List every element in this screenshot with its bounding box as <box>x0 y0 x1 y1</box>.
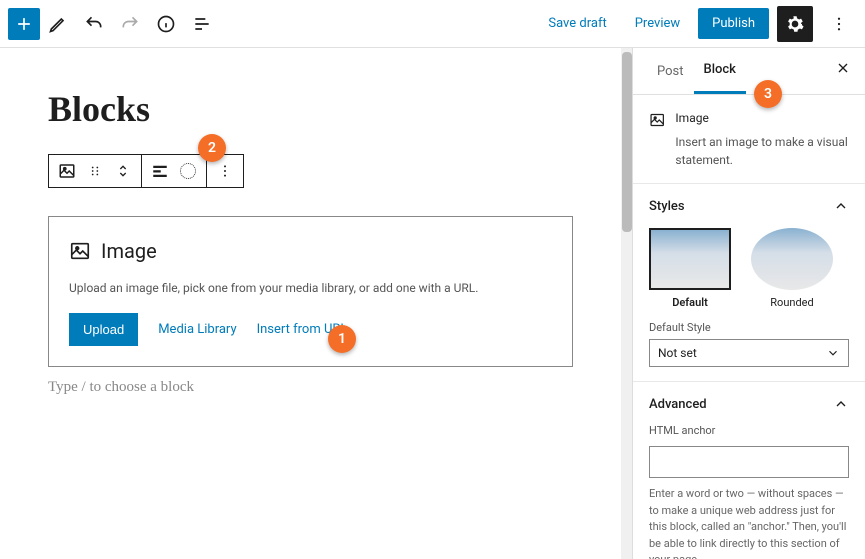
gear-icon <box>785 14 805 34</box>
image-block-placeholder: Image Upload an image file, pick one fro… <box>48 216 573 367</box>
preview-button[interactable]: Preview <box>625 8 690 39</box>
edit-mode-button[interactable] <box>40 6 76 42</box>
image-icon <box>58 162 76 180</box>
style-option-default[interactable]: Default <box>649 228 731 309</box>
align-icon <box>151 162 169 180</box>
styles-heading: Styles <box>649 199 685 214</box>
chevron-up-icon <box>833 396 849 412</box>
style-thumb-default <box>649 228 731 290</box>
list-icon <box>192 14 212 34</box>
crop-button[interactable] <box>178 161 198 181</box>
add-block-button[interactable] <box>8 8 40 40</box>
align-button[interactable] <box>150 161 170 181</box>
html-anchor-input[interactable] <box>649 446 849 478</box>
plus-icon <box>14 14 34 34</box>
style-label: Default <box>672 296 708 309</box>
html-anchor-label: HTML anchor <box>649 424 849 437</box>
editor-canvas: Blocks <box>0 48 621 559</box>
block-appender-prompt[interactable]: Type / to choose a block <box>48 379 573 396</box>
style-label: Rounded <box>770 296 813 309</box>
annotation-badge-3: 3 <box>754 80 782 108</box>
top-toolbar: Save draft Preview Publish <box>0 0 865 48</box>
save-draft-button[interactable]: Save draft <box>538 8 616 39</box>
block-name: Image <box>675 109 849 127</box>
page-title[interactable]: Blocks <box>48 88 573 130</box>
block-description: Insert an image to make a visual stateme… <box>675 135 847 167</box>
redo-button[interactable] <box>112 6 148 42</box>
move-buttons[interactable] <box>113 161 133 181</box>
advanced-panel-toggle[interactable]: Advanced <box>649 396 849 412</box>
info-button[interactable] <box>148 6 184 42</box>
block-more-button[interactable] <box>215 161 235 181</box>
default-style-select[interactable]: Not set <box>649 339 849 367</box>
image-icon <box>649 109 665 131</box>
default-style-label: Default Style <box>649 321 849 334</box>
redo-icon <box>120 14 140 34</box>
advanced-heading: Advanced <box>649 397 707 412</box>
settings-button[interactable] <box>777 6 813 42</box>
annotation-badge-2: 2 <box>198 134 226 162</box>
publish-button[interactable]: Publish <box>698 8 769 39</box>
chevron-down-icon <box>826 346 840 360</box>
tab-post[interactable]: Post <box>647 50 694 93</box>
kebab-icon <box>830 15 848 33</box>
image-icon <box>69 240 91 262</box>
upload-button[interactable]: Upload <box>69 313 138 346</box>
pencil-icon <box>48 14 68 34</box>
scrollbar[interactable] <box>621 48 633 559</box>
toolbar-right: Save draft Preview Publish <box>538 6 857 42</box>
placeholder-description: Upload an image file, pick one from your… <box>69 281 552 295</box>
tab-block[interactable]: Block <box>694 48 746 94</box>
more-menu-button[interactable] <box>821 6 857 42</box>
outline-button[interactable] <box>184 6 220 42</box>
toolbar-left <box>8 6 220 42</box>
chevron-up-icon <box>833 198 849 214</box>
close-icon <box>835 60 851 76</box>
settings-sidebar: Post Block Image Insert an image to make… <box>633 48 865 559</box>
default-style-value: Not set <box>658 346 697 360</box>
undo-button[interactable] <box>76 6 112 42</box>
sidebar-tabs: Post Block <box>633 48 865 95</box>
close-sidebar-button[interactable] <box>835 60 851 76</box>
undo-icon <box>84 14 104 34</box>
dotted-circle-icon <box>180 163 196 179</box>
styles-panel-toggle[interactable]: Styles <box>649 198 849 214</box>
style-thumb-rounded <box>751 228 833 290</box>
placeholder-title: Image <box>101 239 157 263</box>
kebab-icon <box>217 163 233 179</box>
media-library-button[interactable]: Media Library <box>158 322 236 337</box>
drag-handle[interactable] <box>85 161 105 181</box>
info-icon <box>156 14 176 34</box>
block-type-button[interactable] <box>57 161 77 181</box>
scrollbar-thumb[interactable] <box>622 52 632 232</box>
style-option-rounded[interactable]: Rounded <box>751 228 833 309</box>
anchor-help-text: Enter a word or two — without spaces — t… <box>649 486 849 559</box>
drag-icon <box>88 164 102 178</box>
annotation-badge-1: 1 <box>328 325 356 353</box>
chevron-updown-icon <box>115 163 131 179</box>
